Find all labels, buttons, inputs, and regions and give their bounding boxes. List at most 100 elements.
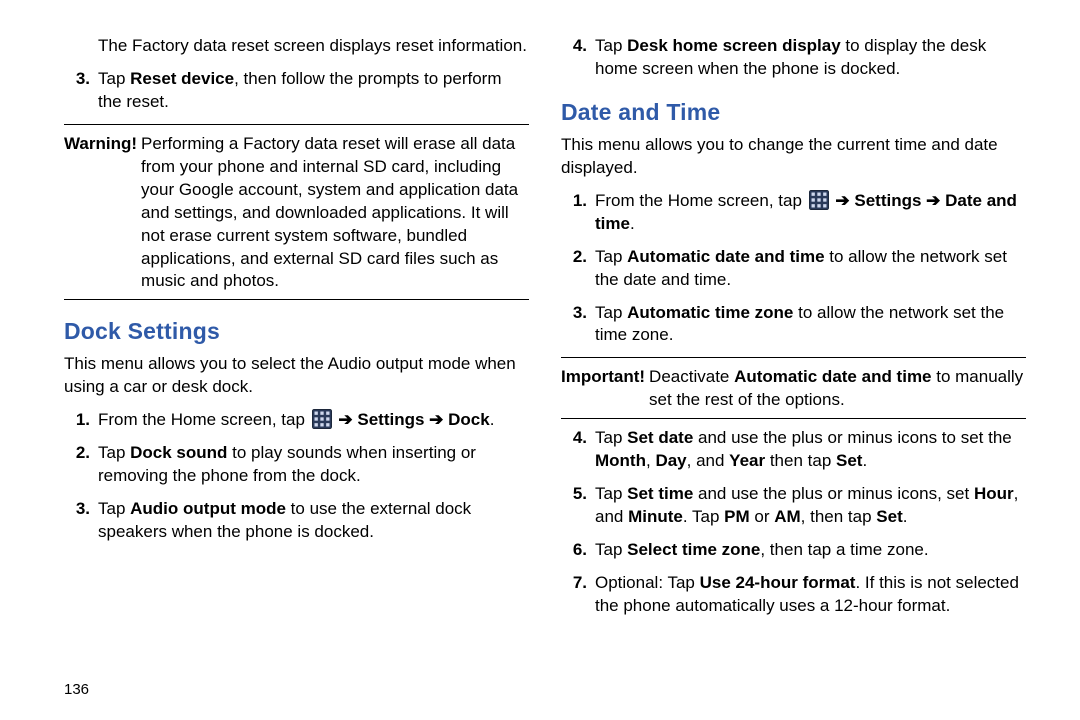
text: Deactivate (649, 367, 734, 386)
nav-settings: Settings (357, 410, 424, 429)
apps-grid-icon (312, 409, 332, 429)
step-number: 2. (64, 442, 98, 488)
text: . (490, 410, 495, 429)
arrow-icon: ➔ (338, 410, 352, 429)
warning-body: Performing a Factory data reset will era… (141, 133, 529, 294)
list-item: 2. Tap Dock sound to play sounds when in… (64, 442, 529, 488)
bold-set: Set (836, 451, 862, 470)
list-item: 1. From the Home screen, tap ➔ Settings … (64, 409, 529, 432)
step-number: 3. (561, 302, 595, 348)
divider (64, 124, 529, 125)
text: Tap (98, 499, 130, 518)
step-number: 3. (64, 498, 98, 544)
step-text: Tap Audio output mode to use the externa… (98, 498, 529, 544)
important-label: Important! (561, 366, 649, 412)
text: Tap (595, 484, 627, 503)
important-note: Important! Deactivate Automatic date and… (561, 366, 1026, 412)
bold-set-time: Set time (627, 484, 693, 503)
list-item: 6. Tap Select time zone, then tap a time… (561, 539, 1026, 562)
nav-settings: Settings (854, 191, 921, 210)
text: Tap (595, 303, 627, 322)
list-item: 4. Tap Set date and use the plus or minu… (561, 427, 1026, 473)
bold-use-24-hour-format: Use 24-hour format (700, 573, 856, 592)
arrow-icon: ➔ (926, 191, 940, 210)
step-text: From the Home screen, tap ➔ Settings ➔ D… (595, 190, 1026, 236)
bold-automatic-date-and-time: Automatic date and time (627, 247, 824, 266)
text: Tap (98, 69, 130, 88)
heading-dock-settings: Dock Settings (64, 316, 529, 347)
bold-select-time-zone: Select time zone (627, 540, 760, 559)
text: and use the plus or minus icons to set t… (693, 428, 1011, 447)
text: Tap (595, 428, 627, 447)
arrow-icon: ➔ (429, 410, 443, 429)
text: Tap (98, 443, 130, 462)
text: Tap (595, 540, 627, 559)
step-text: Tap Desk home screen display to display … (595, 35, 1026, 81)
page-number: 136 (64, 680, 89, 700)
text: then tap (765, 451, 836, 470)
text: . Tap (683, 507, 724, 526)
step-number: 4. (561, 35, 595, 81)
bold-year: Year (729, 451, 765, 470)
bold-pm: PM (724, 507, 750, 526)
text: From the Home screen, tap (98, 410, 310, 429)
step-text: Tap Select time zone, then tap a time zo… (595, 539, 1026, 562)
list-item: 7. Optional: Tap Use 24-hour format. If … (561, 572, 1026, 618)
step-text: Tap Automatic date and time to allow the… (595, 246, 1026, 292)
nav-dock: Dock (448, 410, 490, 429)
step-text: Tap Reset device, then follow the prompt… (98, 68, 529, 114)
bold-am: AM (774, 507, 800, 526)
divider (64, 299, 529, 300)
factory-reset-intro: The Factory data reset screen displays r… (64, 35, 529, 58)
important-body: Deactivate Automatic date and time to ma… (649, 366, 1026, 412)
text: . (903, 507, 908, 526)
bold-automatic-date-and-time: Automatic date and time (734, 367, 931, 386)
bold-dock-sound: Dock sound (130, 443, 227, 462)
bold-reset-device: Reset device (130, 69, 234, 88)
bold-automatic-time-zone: Automatic time zone (627, 303, 793, 322)
text: , and (687, 451, 730, 470)
text: . (630, 214, 635, 233)
bold-hour: Hour (974, 484, 1014, 503)
arrow-icon: ➔ (835, 191, 849, 210)
text: Optional: Tap (595, 573, 700, 592)
text: , then tap (801, 507, 877, 526)
heading-date-and-time: Date and Time (561, 97, 1026, 128)
list-item: 3. Tap Automatic time zone to allow the … (561, 302, 1026, 348)
text: and use the plus or minus icons, set (693, 484, 974, 503)
apps-grid-icon (809, 190, 829, 210)
list-item: 3. Tap Reset device, then follow the pro… (64, 68, 529, 114)
bold-audio-output-mode: Audio output mode (130, 499, 286, 518)
divider (561, 418, 1026, 419)
divider (561, 357, 1026, 358)
bold-set-date: Set date (627, 428, 693, 447)
bold-minute: Minute (628, 507, 683, 526)
text: From the Home screen, tap (595, 191, 807, 210)
step-text: Tap Set date and use the plus or minus i… (595, 427, 1026, 473)
text: or (750, 507, 775, 526)
step-number: 7. (561, 572, 595, 618)
list-item: 4. Tap Desk home screen display to displ… (561, 35, 1026, 81)
bold-set: Set (876, 507, 902, 526)
list-item: 2. Tap Automatic date and time to allow … (561, 246, 1026, 292)
text: . (862, 451, 867, 470)
bold-day: Day (655, 451, 686, 470)
document-page: The Factory data reset screen displays r… (0, 0, 1080, 720)
step-text: Tap Dock sound to play sounds when inser… (98, 442, 529, 488)
step-text: Tap Set time and use the plus or minus i… (595, 483, 1026, 529)
step-number: 1. (64, 409, 98, 432)
text: Tap (595, 247, 627, 266)
dock-intro: This menu allows you to select the Audio… (64, 353, 529, 399)
step-number: 4. (561, 427, 595, 473)
list-item: 3. Tap Audio output mode to use the exte… (64, 498, 529, 544)
step-number: 2. (561, 246, 595, 292)
bold-desk-home-screen-display: Desk home screen display (627, 36, 841, 55)
step-number: 6. (561, 539, 595, 562)
step-number: 5. (561, 483, 595, 529)
step-text: From the Home screen, tap ➔ Settings ➔ D… (98, 409, 529, 432)
step-number: 1. (561, 190, 595, 236)
bold-month: Month (595, 451, 646, 470)
text: , then tap a time zone. (760, 540, 928, 559)
warning-note: Warning! Performing a Factory data reset… (64, 133, 529, 294)
datetime-intro: This menu allows you to change the curre… (561, 134, 1026, 180)
